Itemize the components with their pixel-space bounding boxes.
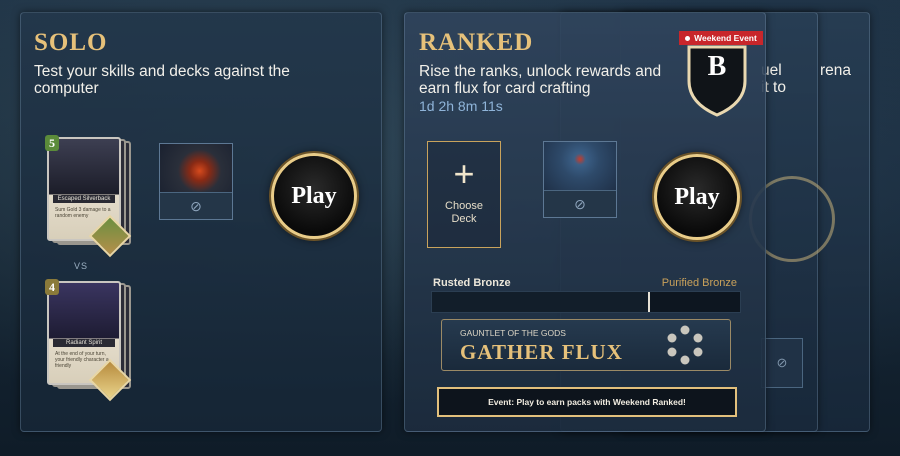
event-banner-text: Event: Play to earn packs with Weekend R… <box>488 397 686 407</box>
badge-dot-icon <box>685 35 691 41</box>
rank-progress-bar <box>431 291 741 313</box>
plus-icon: + <box>453 153 475 194</box>
deck-art <box>160 144 232 193</box>
arena-thumb: ⊘ <box>761 338 803 388</box>
ranked-play-button[interactable]: Play <box>654 154 740 240</box>
rank-current-label: Rusted Bronze <box>433 277 511 289</box>
vs-label: VS <box>74 261 89 271</box>
solo-thumb-footer: ⊘ <box>160 192 232 219</box>
ban-icon: ⊘ <box>574 195 586 212</box>
solo-description: Test your skills and decks against the c… <box>34 63 290 97</box>
solo-title: SOLO <box>34 29 108 56</box>
ban-icon: ⊘ <box>190 197 202 214</box>
solo-play-button[interactable]: Play <box>271 153 357 239</box>
rank-letter: B <box>707 51 727 82</box>
ranked-deck-thumb[interactable]: ⊘ <box>543 141 617 218</box>
duel-desc-fragment: rena <box>820 62 852 79</box>
quest-progress-dots-icon <box>667 325 703 365</box>
solo-deck-thumb[interactable]: ⊘ <box>159 143 233 220</box>
rank-progress-fill <box>432 292 650 312</box>
hidden-eye-icon: ⊘ <box>776 355 788 370</box>
rank-next-label: Purified Bronze <box>661 277 737 289</box>
ranked-panel[interactable]: RANKED Rise the ranks, unlock rewards an… <box>404 12 766 432</box>
player-card-cost: 5 <box>45 135 59 151</box>
solo-panel[interactable]: SOLO Test your skills and decks against … <box>20 12 382 432</box>
quest-subtitle: GAUNTLET OF THE GODS <box>460 328 566 338</box>
player-card-text: Sum Gold 3 damage to a random enemy <box>55 207 111 219</box>
quest-title: GATHER FLUX <box>460 340 623 364</box>
choose-deck-button[interactable]: + Choose Deck <box>427 141 501 248</box>
quest-card[interactable]: GAUNTLET OF THE GODS GATHER FLUX <box>441 319 731 371</box>
ranked-thumb-footer: ⊘ <box>544 190 616 217</box>
ranked-description: Rise the ranks, unlock rewards and earn … <box>419 63 662 97</box>
opponent-card-cost: 4 <box>45 279 59 295</box>
map-art <box>544 142 616 191</box>
choose-deck-label: Choose Deck <box>445 200 483 225</box>
event-banner[interactable]: Event: Play to earn packs with Weekend R… <box>437 387 737 417</box>
badge-label: Weekend Event <box>694 33 757 43</box>
ranked-timer: 1d 2h 8m 11s <box>419 98 503 114</box>
opponent-card-name: Radiant Spirit <box>53 339 115 347</box>
ranked-title: RANKED <box>419 29 534 56</box>
player-card-name: Escaped Silverback <box>53 195 115 203</box>
